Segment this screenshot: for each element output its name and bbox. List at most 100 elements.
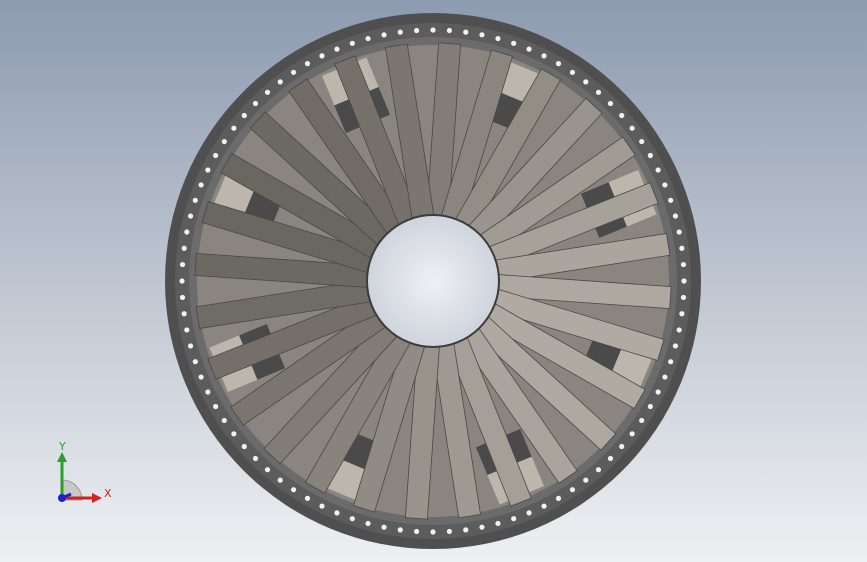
bolt-hole bbox=[198, 374, 204, 380]
bolt-hole bbox=[676, 229, 682, 235]
bolt-hole bbox=[495, 35, 501, 42]
bolt-hole bbox=[184, 327, 190, 333]
bolt-hole bbox=[221, 138, 227, 145]
bolt-hole bbox=[181, 245, 187, 251]
bolt-hole bbox=[179, 278, 185, 284]
x-axis-label: X bbox=[104, 487, 112, 500]
bolt-hole bbox=[662, 182, 668, 188]
bolt-hole bbox=[647, 152, 653, 159]
bolt-hole bbox=[607, 100, 614, 107]
bolt-hole bbox=[397, 527, 403, 533]
bolt-hole bbox=[413, 27, 420, 34]
bolt-hole bbox=[184, 229, 190, 235]
bolt-hole bbox=[511, 40, 517, 46]
impeller-model[interactable] bbox=[0, 0, 867, 562]
bolt-hole bbox=[479, 32, 485, 38]
bolt-hole bbox=[264, 89, 271, 95]
bolt-hole bbox=[413, 528, 420, 535]
bolt-hole bbox=[679, 245, 685, 251]
bolt-hole bbox=[252, 455, 259, 462]
bolt-hole bbox=[679, 311, 685, 317]
bolt-hole bbox=[277, 79, 283, 85]
bolt-hole bbox=[252, 100, 259, 107]
bolt-hole bbox=[241, 443, 247, 450]
bolt-hole bbox=[349, 516, 355, 522]
bolt-hole bbox=[205, 389, 211, 395]
bolt-hole bbox=[569, 487, 576, 493]
bolt-hole bbox=[241, 112, 247, 119]
bolt-hole bbox=[655, 167, 661, 173]
bolt-hole bbox=[381, 32, 387, 38]
bolt-hole bbox=[446, 27, 453, 34]
bolt-hole bbox=[479, 524, 485, 530]
bolt-hole bbox=[541, 503, 547, 509]
bolt-hole bbox=[430, 529, 436, 535]
bolt-hole bbox=[629, 125, 635, 131]
3d-viewport[interactable]: Y X bbox=[0, 0, 867, 562]
bolt-hole bbox=[381, 524, 387, 530]
bolt-hole bbox=[526, 510, 532, 516]
bolt-hole bbox=[205, 167, 211, 173]
bolt-hole bbox=[511, 516, 517, 522]
bolt-hole bbox=[583, 79, 589, 85]
bolt-hole bbox=[668, 197, 674, 203]
bolt-hole bbox=[221, 417, 227, 424]
bolt-hole bbox=[595, 467, 602, 473]
central-hub-opening bbox=[366, 214, 500, 348]
bolt-hole bbox=[446, 528, 453, 535]
bolt-hole bbox=[192, 197, 198, 203]
bolt-hole bbox=[334, 46, 340, 52]
axis-triad: Y X bbox=[57, 440, 112, 503]
bolt-hole bbox=[680, 261, 687, 268]
bolt-hole bbox=[555, 495, 562, 501]
bolt-hole bbox=[647, 403, 653, 410]
bolt-hole bbox=[676, 327, 682, 333]
bolt-hole bbox=[397, 29, 403, 35]
bolt-hole bbox=[365, 520, 371, 527]
bolt-hole bbox=[192, 359, 198, 365]
bolt-hole bbox=[662, 374, 668, 380]
bolt-hole bbox=[639, 417, 645, 424]
bolt-hole bbox=[541, 53, 547, 59]
bolt-hole bbox=[231, 125, 237, 131]
bolt-hole bbox=[430, 27, 436, 33]
bolt-hole bbox=[555, 61, 562, 67]
bolt-hole bbox=[639, 138, 645, 145]
bolt-hole bbox=[290, 487, 297, 493]
bolt-hole bbox=[365, 35, 371, 42]
bolt-hole bbox=[319, 503, 325, 509]
bolt-hole bbox=[181, 311, 187, 317]
y-axis-arrow-icon bbox=[57, 452, 67, 462]
bolt-hole bbox=[334, 510, 340, 516]
bolt-hole bbox=[304, 495, 311, 501]
bolt-hole bbox=[231, 431, 237, 437]
bolt-hole bbox=[463, 527, 469, 533]
y-axis-label: Y bbox=[58, 440, 66, 453]
bolt-hole bbox=[495, 520, 501, 527]
bolt-hole bbox=[319, 53, 325, 59]
bolt-hole bbox=[672, 343, 679, 349]
bolt-hole bbox=[179, 294, 186, 301]
bolt-hole bbox=[290, 69, 297, 75]
bolt-hole bbox=[569, 69, 576, 75]
bolt-hole bbox=[187, 343, 194, 349]
bolt-hole bbox=[629, 431, 635, 437]
bolt-hole bbox=[304, 61, 311, 67]
bolt-hole bbox=[277, 477, 283, 483]
bolt-hole bbox=[607, 455, 614, 462]
bolt-hole bbox=[187, 213, 194, 219]
bolt-hole bbox=[463, 29, 469, 35]
bolt-hole bbox=[179, 261, 186, 268]
bolt-hole bbox=[349, 40, 355, 46]
z-axis-dot-icon bbox=[58, 494, 66, 502]
bolt-hole bbox=[619, 443, 625, 450]
bolt-hole bbox=[595, 89, 602, 95]
bolt-hole bbox=[668, 359, 674, 365]
bolt-hole bbox=[213, 403, 219, 410]
bolt-hole bbox=[264, 467, 271, 473]
bolt-hole bbox=[213, 152, 219, 159]
bolt-hole bbox=[583, 477, 589, 483]
bolt-hole bbox=[672, 213, 679, 219]
bolt-hole bbox=[526, 46, 532, 52]
bolt-hole bbox=[655, 389, 661, 395]
